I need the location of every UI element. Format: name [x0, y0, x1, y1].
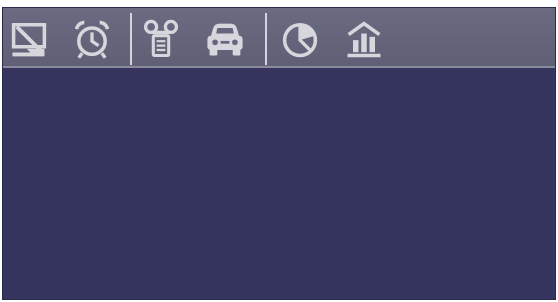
pie-chart-icon[interactable] [278, 17, 322, 61]
main-content-area [3, 68, 555, 299]
bank-icon[interactable] [342, 17, 386, 61]
app-window [2, 7, 556, 300]
toolbar-separator [265, 13, 267, 65]
voicemail-icon[interactable] [139, 17, 183, 61]
display-off-icon[interactable] [7, 17, 51, 61]
alarm-clock-icon[interactable] [70, 17, 114, 61]
toolbar-separator [130, 13, 132, 65]
toolbar [3, 8, 555, 68]
car-icon[interactable] [203, 17, 247, 61]
